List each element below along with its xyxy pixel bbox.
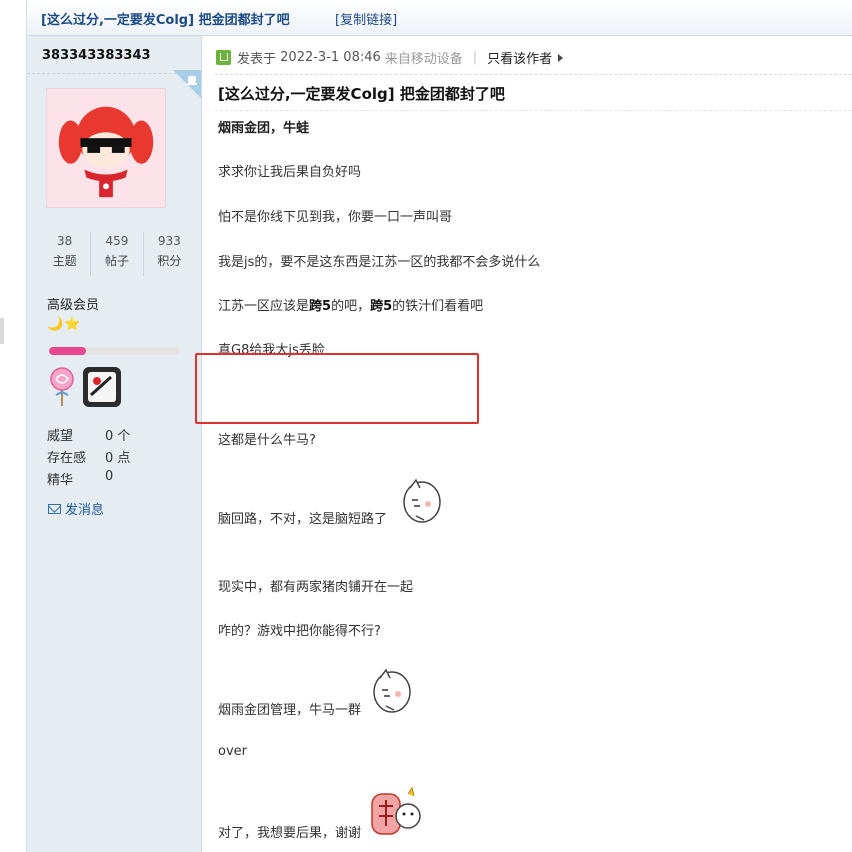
post-line: over <box>218 744 247 759</box>
ink-medal-icon[interactable] <box>81 365 123 409</box>
post-content: 发表于 2022-3-1 08:46 来自移动设备 | 只看该作者 [这么过分,… <box>203 36 852 852</box>
stat-topics-label: 主题 <box>52 254 77 268</box>
stat-points-label: 积分 <box>157 254 182 268</box>
envelope-icon <box>48 503 61 514</box>
post-line: 我是js的，要不是这东西是江苏一区的我都不会多说什么 <box>218 255 541 270</box>
stat-posts[interactable]: 459 帖子 <box>91 232 144 276</box>
info-row-prestige: 威望 0 个 <box>47 425 130 447</box>
online-status-icon <box>216 50 231 65</box>
posted-prefix: 发表于 <box>237 52 277 67</box>
info-value: 0 个 <box>105 429 131 444</box>
info-row-essence: 精华 0 <box>47 469 130 491</box>
member-rank[interactable]: 高级会员 <box>47 294 99 313</box>
text-span: 江苏一区应该是 <box>218 299 310 314</box>
username-row: 383343383343 <box>27 36 202 74</box>
device-label: 来自移动设备 <box>384 52 463 67</box>
thread-header: [这么过分,一定要发Colg] 把金团都封了吧 [复制链接] <box>27 0 852 36</box>
post-line: 脑回路，不对，这是脑短路了 <box>218 512 388 527</box>
thinking-face-icon <box>403 478 441 523</box>
post-line: 烟雨金团，牛蛙 <box>218 121 310 136</box>
info-key: 精华 <box>47 473 74 488</box>
post-line: 求求你让我后果自负好吗 <box>218 165 362 180</box>
info-value: 0 <box>105 469 114 484</box>
meta-separator: | <box>472 50 478 65</box>
page: [这么过分,一定要发Colg] 把金团都封了吧 [复制链接] 383343383… <box>0 0 852 852</box>
author-info: 威望 0 个 存在感 0 点 精华 0 <box>47 425 130 491</box>
caret-right-icon <box>558 53 564 62</box>
author-sidebar: 383343383343 38 主题 459 帖子 933 积分 高级会员 🌙⭐… <box>27 36 202 852</box>
text-span: 的铁汁们看看吧 <box>392 299 484 314</box>
divider <box>215 110 852 111</box>
rank-stars-icon: 🌙⭐ <box>47 317 82 332</box>
avatar[interactable] <box>46 88 166 208</box>
only-author-link[interactable]: 只看该作者 <box>487 48 552 67</box>
post-line: 这都是什么牛马? <box>218 433 316 448</box>
stat-topics-value: 38 <box>57 234 73 248</box>
level-progress-fill <box>49 347 86 355</box>
copy-link-button[interactable]: [复制链接] <box>335 9 397 28</box>
posted-at: 2022-3-1 08:46 <box>280 50 381 65</box>
post-line: 现实中，都有两家猪肉铺开在一起 <box>218 580 414 595</box>
annotation-highlight-box <box>195 353 479 424</box>
text-span: 的吧， <box>331 299 371 314</box>
post-title: [这么过分,一定要发Colg] 把金团都封了吧 <box>218 85 505 103</box>
stat-posts-label: 帖子 <box>104 254 129 268</box>
bold-text: 跨5 <box>309 299 332 314</box>
info-row-presence: 存在感 0 点 <box>47 447 130 469</box>
post-meta: 发表于 2022-3-1 08:46 来自移动设备 | 只看该作者 <box>216 48 564 67</box>
post-line: 烟雨金团管理，牛马一群 <box>218 703 362 718</box>
send-message-link[interactable]: 发消息 <box>48 499 104 518</box>
stat-topics[interactable]: 38 主题 <box>39 232 92 276</box>
left-gutter <box>0 0 27 852</box>
author-username[interactable]: 383343383343 <box>42 48 151 63</box>
android-device-icon <box>173 70 201 98</box>
post-line: 怕不是你线下见到我，你要一口一声叫哥 <box>218 210 453 225</box>
blessing-character-icon <box>371 786 421 835</box>
post-line: 咋的？游戏中把你能得不行? <box>218 624 381 639</box>
divider <box>215 74 852 75</box>
stat-points[interactable]: 933 积分 <box>144 232 195 276</box>
level-progress-bar <box>49 347 180 355</box>
author-stats: 38 主题 459 帖子 933 积分 <box>39 232 195 276</box>
bold-text: 跨5 <box>370 299 393 314</box>
info-key: 威望 <box>47 429 74 444</box>
post-line: 江苏一区应该是跨5的吧，跨5的铁汁们看看吧 <box>218 295 483 314</box>
scroll-marker[interactable] <box>0 318 4 344</box>
thread-title[interactable]: [这么过分,一定要发Colg] 把金团都封了吧 <box>41 9 290 28</box>
info-value: 0 点 <box>105 451 131 466</box>
thinking-face-icon <box>373 668 411 713</box>
post-line: 对了，我想要后果，谢谢 <box>218 826 362 841</box>
stat-posts-value: 459 <box>105 234 129 248</box>
stat-points-value: 933 <box>157 234 181 248</box>
send-message-label: 发消息 <box>65 503 105 518</box>
info-key: 存在感 <box>47 451 87 466</box>
